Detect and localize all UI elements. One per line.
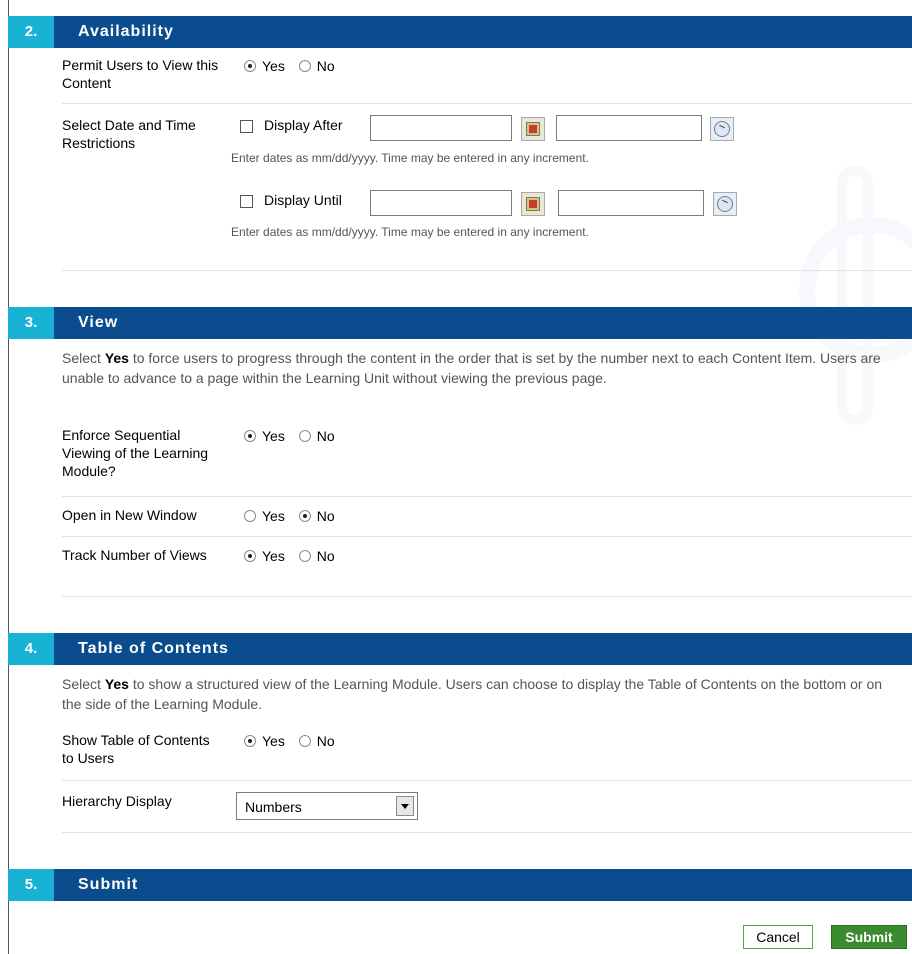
permit-yes-radio[interactable]	[244, 60, 256, 73]
divider	[62, 496, 912, 497]
calendar-icon[interactable]	[521, 117, 545, 141]
section-header-submit: 5. Submit	[8, 869, 912, 901]
desc-prefix: Select	[62, 676, 105, 692]
divider	[62, 103, 912, 104]
radio-label-yes: Yes	[262, 548, 285, 565]
calendar-icon[interactable]	[521, 192, 545, 216]
divider	[62, 832, 912, 833]
date-format-hint: Enter dates as mm/dd/yyyy. Time may be e…	[231, 225, 589, 239]
section-number: 2.	[8, 16, 54, 48]
clock-icon[interactable]	[713, 192, 737, 216]
divider	[62, 780, 912, 781]
track-views-radio-group: Yes No	[244, 546, 345, 565]
radio-label-no: No	[316, 733, 335, 750]
radio-label-yes: Yes	[262, 733, 285, 750]
radio-label-yes: Yes	[262, 58, 285, 75]
display-until-checkbox[interactable]	[240, 195, 253, 208]
section-title: Submit	[78, 876, 139, 893]
display-after-checkbox[interactable]	[240, 120, 253, 133]
section-number: 4.	[8, 633, 54, 665]
desc-prefix: Select	[62, 350, 105, 366]
cancel-button[interactable]: Cancel	[743, 925, 813, 949]
show-toc-yes-radio[interactable]	[244, 735, 256, 748]
hierarchy-display-select[interactable]: Numbers	[236, 792, 418, 820]
radio-label-no: No	[316, 58, 335, 75]
section-title: Table of Contents	[78, 640, 229, 657]
selected-value: Numbers	[245, 799, 302, 815]
new-window-yes-radio[interactable]	[244, 510, 256, 523]
divider	[62, 270, 912, 271]
date-restrictions-label: Select Date and Time Restrictions	[62, 117, 196, 151]
divider	[62, 536, 912, 537]
permit-users-radio-group: Yes No	[244, 56, 345, 75]
display-after-date-input[interactable]	[370, 115, 512, 141]
section-number: 5.	[8, 869, 54, 901]
display-until-date-input[interactable]	[370, 190, 512, 216]
sequential-no-radio[interactable]	[298, 430, 311, 443]
permit-no-radio[interactable]	[298, 60, 311, 73]
radio-label-no: No	[316, 508, 335, 525]
clock-icon[interactable]	[710, 117, 734, 141]
view-description: Select Yes to force users to progress th…	[62, 348, 892, 388]
show-toc-no-radio[interactable]	[298, 735, 311, 748]
watermark-graphic	[799, 165, 912, 425]
date-format-hint: Enter dates as mm/dd/yyyy. Time may be e…	[231, 151, 589, 165]
track-no-radio[interactable]	[298, 550, 311, 563]
new-window-label: Open in New Window	[62, 507, 197, 523]
display-until-time-input[interactable]	[558, 190, 704, 216]
section-header-view: 3. View	[8, 307, 912, 339]
new-window-no-radio[interactable]	[298, 510, 311, 523]
sequential-yes-radio[interactable]	[244, 430, 256, 443]
display-until-label: Display Until	[264, 192, 342, 208]
hierarchy-display-label: Hierarchy Display	[62, 793, 172, 809]
sequential-viewing-label: Enforce Sequential Viewing of the Learni…	[62, 427, 209, 479]
section-title: Availability	[78, 23, 174, 40]
radio-label-no: No	[316, 548, 335, 565]
radio-label-no: No	[316, 428, 335, 445]
desc-rest: to show a structured view of the Learnin…	[62, 676, 883, 712]
toc-description: Select Yes to show a structured view of …	[62, 674, 892, 714]
radio-label-yes: Yes	[262, 428, 285, 445]
section-header-availability: 2. Availability	[8, 16, 912, 48]
radio-label-yes: Yes	[262, 508, 285, 525]
show-toc-label: Show Table of Contents to Users	[62, 732, 210, 766]
chevron-down-icon[interactable]	[396, 796, 414, 816]
desc-rest: to force users to progress through the c…	[62, 350, 881, 386]
section-header-toc: 4. Table of Contents	[8, 633, 912, 665]
display-after-time-input[interactable]	[556, 115, 702, 141]
display-after-label: Display After	[264, 117, 343, 133]
submit-button[interactable]: Submit	[831, 925, 907, 949]
permit-users-label: Permit Users to View this Content	[62, 57, 219, 91]
sequential-radio-group: Yes No	[244, 426, 345, 445]
track-yes-radio[interactable]	[244, 550, 256, 563]
new-window-radio-group: Yes No	[244, 506, 345, 525]
section-number: 3.	[8, 307, 54, 339]
track-views-label: Track Number of Views	[62, 547, 207, 563]
desc-bold: Yes	[104, 676, 129, 692]
section-title: View	[78, 314, 119, 331]
show-toc-radio-group: Yes No	[244, 731, 345, 750]
divider	[62, 596, 912, 597]
desc-bold: Yes	[104, 350, 129, 366]
